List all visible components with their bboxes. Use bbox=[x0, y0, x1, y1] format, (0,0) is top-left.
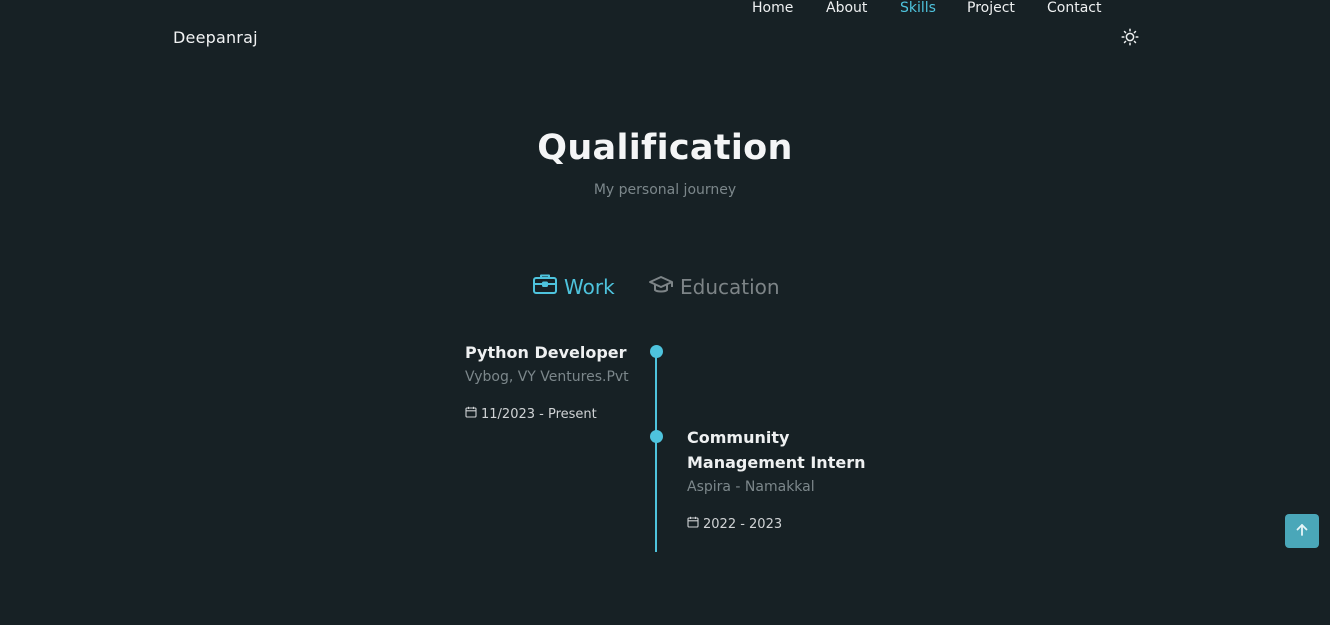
section-subtitle: My personal journey bbox=[593, 182, 737, 198]
qualification-date-text: 2022 - 2023 bbox=[703, 516, 783, 532]
qualification-company: Vybog, VY Ventures.Pvt bbox=[465, 369, 629, 385]
briefcase-icon bbox=[532, 272, 564, 301]
graduation-cap-icon bbox=[648, 272, 680, 301]
qualification-title-line1: Community bbox=[687, 428, 790, 447]
qualification-date: 11/2023 - Present bbox=[465, 406, 597, 422]
calendar-icon bbox=[687, 516, 703, 532]
timeline-line bbox=[655, 351, 657, 552]
calendar-icon bbox=[465, 406, 481, 422]
arrow-up-icon bbox=[1295, 522, 1309, 541]
scroll-up-button[interactable] bbox=[1285, 514, 1319, 548]
qualification-title: Python Developer bbox=[465, 343, 627, 362]
tab-work-label: Work bbox=[564, 274, 615, 299]
qualification-date-text: 11/2023 - Present bbox=[481, 406, 597, 422]
section-title: Qualification bbox=[537, 128, 793, 168]
tab-education[interactable]: Education bbox=[648, 272, 780, 301]
nav-about[interactable]: About bbox=[826, 0, 867, 16]
tab-work[interactable]: Work bbox=[532, 272, 615, 301]
timeline-dot bbox=[650, 345, 663, 358]
logo[interactable]: Deepanraj bbox=[173, 28, 258, 47]
sun-icon[interactable] bbox=[1121, 28, 1139, 46]
nav-contact[interactable]: Contact bbox=[1047, 0, 1101, 16]
tab-education-label: Education bbox=[680, 274, 780, 299]
nav-skills[interactable]: Skills bbox=[900, 0, 936, 16]
nav-project[interactable]: Project bbox=[967, 0, 1015, 16]
qualification-company: Aspira - Namakkal bbox=[687, 479, 815, 495]
header: Deepanraj Home About Skills Project Cont… bbox=[0, 0, 1330, 74]
timeline-dot bbox=[650, 430, 663, 443]
qualification-title-line2: Management Intern bbox=[687, 453, 866, 472]
nav-home[interactable]: Home bbox=[752, 0, 793, 16]
qualification-date: 2022 - 2023 bbox=[687, 516, 782, 532]
